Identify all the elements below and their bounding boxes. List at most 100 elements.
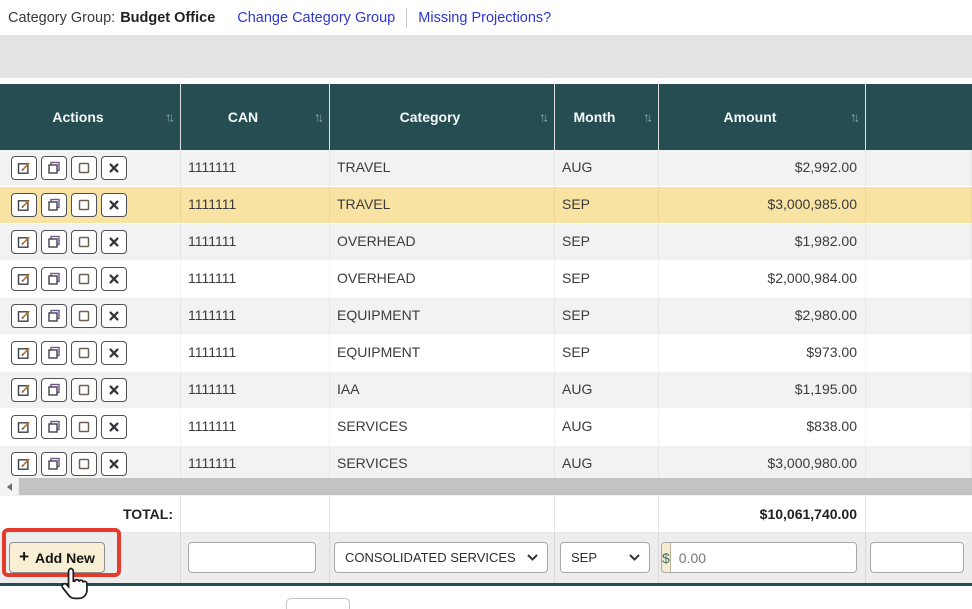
- category-cell: IAA: [330, 372, 555, 408]
- sort-arrows-icon[interactable]: ↑↓: [165, 110, 175, 125]
- row-delete-button[interactable]: [101, 452, 127, 476]
- row-edit-button[interactable]: [11, 267, 37, 291]
- x-icon: [109, 274, 119, 284]
- extra-cell: [866, 224, 972, 260]
- row-copy-button[interactable]: [41, 304, 67, 328]
- month-cell: SEP: [555, 187, 659, 223]
- can-cell: 1111111: [181, 372, 330, 408]
- copy-icon: [48, 161, 60, 174]
- row-select-button[interactable]: [71, 341, 97, 365]
- total-amount: $10,061,740.00: [659, 496, 866, 532]
- edit-icon: [17, 384, 30, 396]
- row-copy-button[interactable]: [41, 378, 67, 402]
- row-copy-button[interactable]: [41, 267, 67, 291]
- header-label: Category: [399, 109, 461, 125]
- actions-cell: [0, 446, 181, 478]
- can-cell: 1111111: [181, 187, 330, 223]
- month-cell: AUG: [555, 372, 659, 408]
- header-label: Amount: [723, 109, 777, 125]
- month-select-value: SEP: [571, 550, 598, 565]
- row-select-button[interactable]: [71, 267, 97, 291]
- row-select-button[interactable]: [71, 156, 97, 180]
- row-edit-button[interactable]: [11, 378, 37, 402]
- edit-icon: [17, 458, 30, 470]
- row-copy-button[interactable]: [41, 452, 67, 476]
- row-select-button[interactable]: [71, 193, 97, 217]
- header-cell-category[interactable]: Category ↑↓: [330, 84, 555, 150]
- row-edit-button[interactable]: [11, 341, 37, 365]
- scrollbar-thumb[interactable]: [19, 478, 972, 495]
- scroll-left-arrow[interactable]: [0, 478, 18, 495]
- budget-projections-screen: Category Group: Budget Office Change Cat…: [0, 0, 972, 609]
- x-icon: [109, 200, 119, 210]
- missing-projections-link[interactable]: Missing Projections?: [418, 10, 551, 26]
- row-edit-button[interactable]: [11, 156, 37, 180]
- row-delete-button[interactable]: [101, 156, 127, 180]
- row-edit-button[interactable]: [11, 452, 37, 476]
- category-cell: TRAVEL: [330, 150, 555, 186]
- edit-icon: [17, 347, 30, 359]
- sort-arrows-icon[interactable]: ↑↓: [643, 110, 653, 125]
- header-cell-actions[interactable]: Actions ↑↓: [0, 84, 181, 150]
- horizontal-scrollbar[interactable]: [0, 478, 972, 495]
- header-label: Month: [573, 109, 616, 125]
- row-edit-button[interactable]: [11, 304, 37, 328]
- row-delete-button[interactable]: [101, 193, 127, 217]
- row-copy-button[interactable]: [41, 230, 67, 254]
- total-extra-cell: [866, 496, 972, 532]
- category-select-cell: CONSOLIDATED SERVICES: [330, 533, 555, 583]
- row-select-button[interactable]: [71, 415, 97, 439]
- row-delete-button[interactable]: [101, 230, 127, 254]
- category-cell: OVERHEAD: [330, 261, 555, 297]
- month-select-cell: SEP: [555, 533, 659, 583]
- row-select-button[interactable]: [71, 230, 97, 254]
- row-delete-button[interactable]: [101, 267, 127, 291]
- row-delete-button[interactable]: [101, 378, 127, 402]
- category-cell: SERVICES: [330, 446, 555, 478]
- row-edit-button[interactable]: [11, 415, 37, 439]
- row-select-button[interactable]: [71, 304, 97, 328]
- sort-arrows-icon[interactable]: ↑↓: [539, 110, 549, 125]
- add-new-button[interactable]: + Add New: [9, 542, 105, 573]
- header-cell-can[interactable]: CAN ↑↓: [181, 84, 330, 150]
- row-copy-button[interactable]: [41, 156, 67, 180]
- row-delete-button[interactable]: [101, 304, 127, 328]
- sort-arrows-icon[interactable]: ↑↓: [314, 110, 324, 125]
- header-label: Actions: [52, 109, 104, 125]
- x-icon: [109, 311, 119, 321]
- copy-icon: [48, 309, 60, 322]
- copy-icon: [48, 272, 60, 285]
- row-copy-button[interactable]: [41, 193, 67, 217]
- header-cell-amount[interactable]: Amount ↑↓: [659, 84, 866, 150]
- row-copy-button[interactable]: [41, 341, 67, 365]
- month-cell: SEP: [555, 298, 659, 334]
- x-icon: [109, 163, 119, 173]
- square-icon: [78, 421, 90, 433]
- amount-cell: $3,000,980.00: [659, 446, 866, 478]
- sort-arrows-icon[interactable]: ↑↓: [850, 110, 860, 125]
- can-input[interactable]: [188, 542, 316, 573]
- total-row: TOTAL: $10,061,740.00: [0, 495, 972, 533]
- month-select[interactable]: SEP: [560, 542, 650, 573]
- row-delete-button[interactable]: [101, 415, 127, 439]
- chevron-down-icon: [527, 554, 538, 561]
- row-select-button[interactable]: [71, 378, 97, 402]
- amount-input[interactable]: [670, 543, 856, 572]
- change-category-group-link[interactable]: Change Category Group: [237, 10, 395, 26]
- total-category-cell: [330, 496, 555, 532]
- edit-icon: [17, 310, 30, 322]
- category-select[interactable]: CONSOLIDATED SERVICES: [334, 542, 548, 573]
- total-label: TOTAL:: [0, 496, 181, 532]
- header-cell-month[interactable]: Month ↑↓: [555, 84, 659, 150]
- row-copy-button[interactable]: [41, 415, 67, 439]
- extra-input[interactable]: [870, 542, 964, 573]
- row-edit-button[interactable]: [11, 230, 37, 254]
- row-select-button[interactable]: [71, 452, 97, 476]
- row-delete-button[interactable]: [101, 341, 127, 365]
- extra-cell: [866, 298, 972, 334]
- extra-cell: [866, 150, 972, 186]
- pagination-button-partial[interactable]: [286, 598, 350, 609]
- header-cell-extra: [866, 84, 972, 150]
- category-group-value: Budget Office: [120, 9, 216, 26]
- row-edit-button[interactable]: [11, 193, 37, 217]
